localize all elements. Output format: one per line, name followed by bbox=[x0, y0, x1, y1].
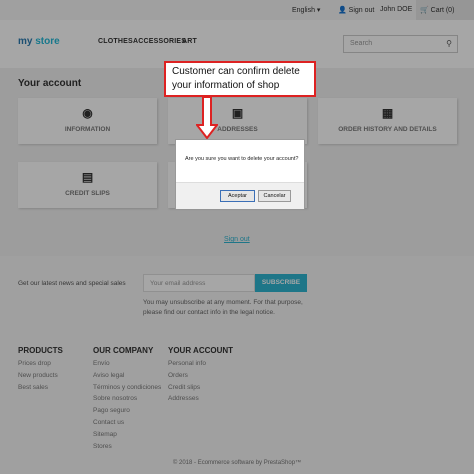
cancel-button[interactable]: Cancelar bbox=[258, 190, 291, 202]
dialog-button-bar: Aceptar Cancelar bbox=[176, 182, 304, 209]
annotation-callout: Customer can confirm delete your informa… bbox=[164, 61, 316, 97]
annotation-line2: your information of shop bbox=[172, 80, 280, 91]
dialog-message: Are you sure you want to delete your acc… bbox=[185, 156, 299, 162]
confirm-dialog: Are you sure you want to delete your acc… bbox=[175, 139, 305, 209]
accept-button[interactable]: Aceptar bbox=[220, 190, 255, 202]
annotation-arrow-icon bbox=[196, 97, 218, 139]
annotation-line1: Customer can confirm delete bbox=[172, 66, 300, 77]
